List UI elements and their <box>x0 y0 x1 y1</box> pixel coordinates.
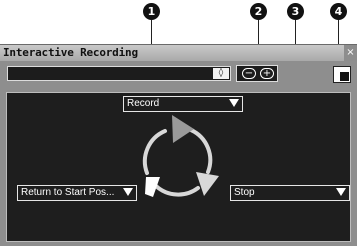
recording-panel: Record Return to Start Pos... Stop <box>6 92 351 242</box>
callout-4: 4 <box>330 3 347 20</box>
close-icon[interactable]: × <box>344 45 357 61</box>
file-path-field[interactable]: ◊ <box>7 66 231 81</box>
cycle-arrows-icon <box>142 115 219 197</box>
return-action-dropdown[interactable]: Return to Start Pos... <box>17 185 137 201</box>
dropdown-arrow-icon <box>229 99 239 107</box>
dropdown-arrow-icon <box>336 188 346 196</box>
dropdown-arrow-icon <box>123 188 133 196</box>
window-title: Interactive Recording <box>3 46 138 59</box>
callout-1: 1 <box>143 3 160 20</box>
zoom-in-icon[interactable]: + <box>260 68 274 79</box>
callout-3: 3 <box>287 3 304 20</box>
zoom-out-icon[interactable]: − <box>242 68 256 79</box>
file-browse-icon[interactable]: ◊ <box>213 68 229 79</box>
callout-2: 2 <box>250 3 267 20</box>
interactive-recording-window: Interactive Recording × ◊ − + Record Ret… <box>0 44 357 246</box>
stop-action-label: Stop <box>234 187 255 198</box>
zoom-buttons: − + <box>236 65 278 82</box>
record-mode-label: Record <box>127 98 160 109</box>
stop-action-dropdown[interactable]: Stop <box>230 185 350 201</box>
return-action-label: Return to Start Pos... <box>21 187 115 198</box>
title-bar: Interactive Recording × <box>0 45 357 61</box>
view-toggle-icon[interactable] <box>333 66 351 83</box>
record-mode-dropdown[interactable]: Record <box>123 96 243 112</box>
